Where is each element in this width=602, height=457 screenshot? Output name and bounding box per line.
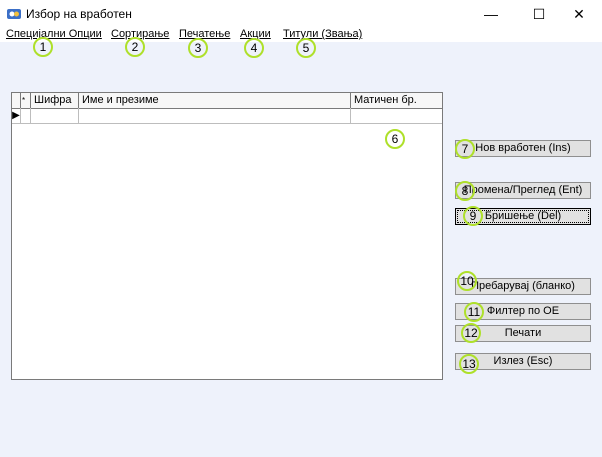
minimize-button[interactable]: — (468, 0, 514, 28)
annotation-badge: 2 (125, 37, 145, 57)
menu-special-options[interactable]: Специјални Опции (6, 28, 102, 40)
menu-titles[interactable]: Титули (Звања) (283, 28, 362, 40)
annotation-badge: 8 (455, 181, 475, 201)
menu-printing[interactable]: Печатење (179, 28, 230, 40)
annotation-badge: 5 (296, 38, 316, 58)
annotation-badge: 12 (461, 323, 481, 343)
annotation-badge: 10 (457, 271, 477, 291)
annotation-badge: 4 (244, 38, 264, 58)
employee-grid[interactable]: * Шифра Име и презиме Матичен бр. ▶ (11, 92, 443, 380)
row-pointer-icon: ▶ (12, 108, 21, 123)
annotation-badge: 1 (33, 37, 53, 57)
app-icon (7, 9, 21, 19)
row-cell-code[interactable] (31, 108, 79, 123)
column-header-name[interactable]: Име и презиме (79, 93, 351, 108)
annotation-badge: 11 (464, 302, 484, 322)
annotation-badge: 13 (459, 354, 479, 374)
annotation-badge: 9 (463, 206, 483, 226)
annotation-badge: 7 (455, 139, 475, 159)
title-bar[interactable]: Избор на вработен — ☐ ✕ (0, 0, 602, 28)
annotation-badge: 6 (385, 129, 405, 149)
row-cell-id-number[interactable] (351, 108, 439, 123)
row-cell-marker[interactable] (21, 108, 31, 123)
edit-view-button[interactable]: Промена/Преглед (Ent) (455, 182, 591, 199)
new-employee-button[interactable]: Нов вработен (Ins) (455, 140, 591, 157)
column-header-marker[interactable]: * (21, 93, 31, 108)
column-header-id-number[interactable]: Матичен бр. (351, 93, 439, 108)
window-title: Избор на вработен (26, 7, 132, 21)
employee-selection-window: Избор на вработен — ☐ ✕ Специјални Опции… (0, 0, 602, 457)
row-cell-name[interactable] (79, 108, 351, 123)
annotation-badge: 3 (188, 38, 208, 58)
grid-corner (12, 93, 21, 108)
grid-header: * Шифра Име и презиме Матичен бр. (12, 93, 442, 109)
table-row[interactable]: ▶ (12, 108, 442, 124)
close-button[interactable]: ✕ (556, 0, 602, 28)
column-header-code[interactable]: Шифра (31, 93, 79, 108)
